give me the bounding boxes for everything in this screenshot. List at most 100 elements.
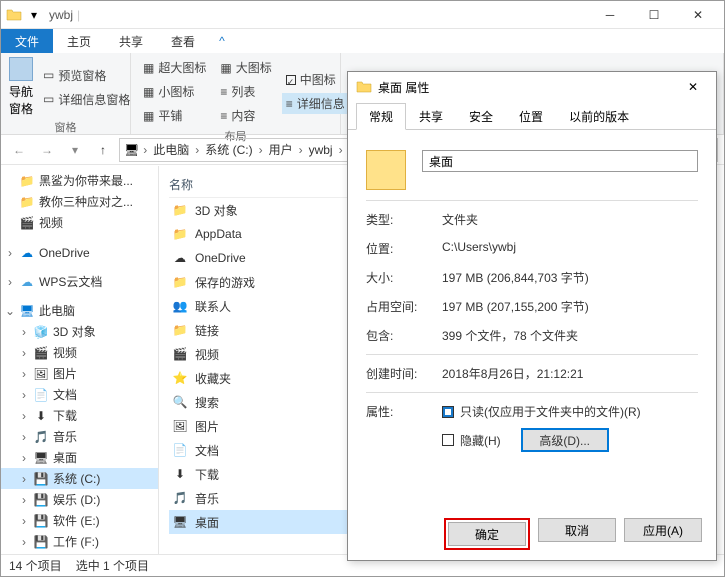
onedrive-icon: ☁ (19, 245, 35, 261)
crumb-thispc[interactable]: 此电脑 (151, 141, 191, 158)
layout-tiles[interactable]: ▦平铺 (139, 105, 210, 126)
navigation-pane: 📁黑鲨为你带来最...📁教你三种应对之...🎬视频›☁OneDrive›☁WPS… (1, 166, 159, 554)
chevron-right-icon[interactable]: › (297, 143, 305, 157)
minimize-button[interactable]: ─ (588, 1, 632, 29)
nav-item[interactable]: ›🎬视频 (1, 342, 158, 363)
desktop-icon: 🖥 (33, 450, 49, 466)
chevron-right-icon[interactable]: › (19, 325, 29, 339)
nav-item[interactable]: ›💾娱乐 (D:) (1, 489, 158, 510)
chevron-right-icon[interactable]: › (19, 367, 29, 381)
nav-item[interactable]: ›💾工作 (F:) (1, 531, 158, 552)
layout-large[interactable]: ▦大图标 (216, 57, 275, 78)
nav-item[interactable]: ›📄文档 (1, 384, 158, 405)
desktop-icon: 🖥 (171, 513, 189, 531)
crumb-drive[interactable]: 系统 (C:) (203, 141, 254, 158)
chevron-right-icon[interactable]: › (141, 143, 149, 157)
ribbon-collapse-icon[interactable]: ^ (209, 29, 235, 53)
ok-button[interactable]: 确定 (448, 522, 526, 546)
tab-general[interactable]: 常规 (356, 103, 406, 130)
layout-small[interactable]: ▦小图标 (139, 81, 210, 102)
nav-onedrive[interactable]: ›☁OneDrive (1, 243, 158, 263)
advanced-button[interactable]: 高级(D)... (521, 428, 609, 452)
chevron-right-icon[interactable]: › (5, 275, 15, 289)
chevron-right-icon[interactable]: › (257, 143, 265, 157)
apply-button[interactable]: 应用(A) (624, 518, 702, 542)
chevron-right-icon[interactable]: › (19, 409, 29, 423)
chevron-right-icon[interactable]: › (19, 514, 29, 528)
nav-item[interactable]: 📁黑鲨为你带来最... (1, 170, 158, 191)
layout-extra-large[interactable]: ▦超大图标 (139, 57, 210, 78)
tab-location[interactable]: 位置 (506, 103, 556, 130)
nav-item[interactable]: 🎬视频 (1, 212, 158, 233)
tab-security[interactable]: 安全 (456, 103, 506, 130)
history-dropdown[interactable]: ▾ (63, 138, 87, 162)
nav-item[interactable]: ›🎵音乐 (1, 426, 158, 447)
folder-name-input[interactable] (422, 150, 698, 172)
nav-wps[interactable]: ›☁WPS云文档 (1, 271, 158, 292)
readonly-checkbox[interactable]: 只读(仅应用于文件夹中的文件)(R) (442, 403, 698, 420)
layout-details[interactable]: ≡详细信息 (282, 93, 349, 114)
chevron-right-icon[interactable]: › (19, 346, 29, 360)
video-icon: 🎬 (33, 345, 49, 361)
chevron-right-icon[interactable]: › (19, 493, 29, 507)
nav-pane-button[interactable]: 导航窗格 (9, 57, 33, 117)
tab-share[interactable]: 共享 (406, 103, 456, 130)
video-icon: 🎬 (19, 215, 35, 231)
layout-medium[interactable]: 中图标 (282, 69, 349, 90)
nav-item[interactable]: ›💾系统 (C:) (1, 468, 158, 489)
chevron-down-icon[interactable]: ⌄ (5, 304, 15, 318)
nav-item[interactable]: 📁教你三种应对之... (1, 191, 158, 212)
nav-item[interactable]: ›💾软件 (E:) (1, 510, 158, 531)
chevron-right-icon[interactable]: › (19, 388, 29, 402)
layout-icon: ▦ (143, 61, 154, 75)
pane-group-label: 窗格 (9, 117, 122, 135)
chevron-right-icon[interactable]: › (19, 451, 29, 465)
nav-thispc[interactable]: ⌄🖥此电脑 (1, 300, 158, 321)
tab-previous-versions[interactable]: 以前的版本 (556, 103, 642, 130)
qat-dropdown-icon[interactable]: ▾ (25, 6, 43, 24)
dialog-title: 桌面 属性 (378, 79, 429, 96)
tab-file[interactable]: 文件 (1, 29, 53, 53)
file-name: 3D 对象 (195, 202, 238, 219)
drive-icon: 💾 (33, 492, 49, 508)
file-name: 图片 (195, 418, 219, 435)
tab-share[interactable]: 共享 (105, 29, 157, 53)
nav-item[interactable]: ›🖼图片 (1, 363, 158, 384)
file-name: 搜索 (195, 394, 219, 411)
forward-button[interactable]: → (35, 138, 59, 162)
dialog-titlebar[interactable]: 桌面 属性 ✕ (348, 72, 716, 102)
tab-view[interactable]: 查看 (157, 29, 209, 53)
up-button[interactable]: ↑ (91, 138, 115, 162)
ribbon-tabs: 文件 主页 共享 查看 ^ (1, 29, 724, 53)
hidden-checkbox[interactable]: 隐藏(H) (442, 432, 501, 449)
chevron-right-icon[interactable]: › (193, 143, 201, 157)
close-button[interactable]: ✕ (676, 1, 720, 29)
crumb-users[interactable]: 用户 (267, 141, 295, 158)
nav-item[interactable]: ›🖥桌面 (1, 447, 158, 468)
layout-list[interactable]: ≡列表 (216, 81, 275, 102)
chevron-right-icon[interactable]: › (19, 430, 29, 444)
crumb-folder[interactable]: ywbj (307, 143, 335, 157)
preview-pane-button[interactable]: ▭预览窗格 (39, 65, 134, 86)
nav-item[interactable]: ›🧊3D 对象 (1, 321, 158, 342)
cancel-button[interactable]: 取消 (538, 518, 616, 542)
preview-pane-icon: ▭ (43, 68, 54, 82)
dialog-tabs: 常规 共享 安全 位置 以前的版本 (348, 102, 716, 130)
layout-content[interactable]: ≡内容 (216, 105, 275, 126)
file-name: 保存的游戏 (195, 274, 255, 291)
maximize-button[interactable]: ☐ (632, 1, 676, 29)
tab-home[interactable]: 主页 (53, 29, 105, 53)
chevron-right-icon[interactable]: › (337, 143, 345, 157)
dialog-close-button[interactable]: ✕ (678, 72, 708, 102)
drive-icon: 💾 (33, 513, 49, 529)
chevron-right-icon[interactable]: › (19, 472, 29, 486)
attributes-label: 属性: (366, 403, 442, 452)
details-pane-button[interactable]: ▭详细信息窗格 (39, 89, 134, 110)
nav-item[interactable]: ›⬇下载 (1, 405, 158, 426)
file-name: 桌面 (195, 514, 219, 531)
chevron-right-icon[interactable]: › (5, 246, 15, 260)
back-button[interactable]: ← (7, 138, 31, 162)
downloads-icon: ⬇ (171, 465, 189, 483)
size-label: 大小: (366, 269, 442, 286)
chevron-right-icon[interactable]: › (19, 535, 29, 549)
